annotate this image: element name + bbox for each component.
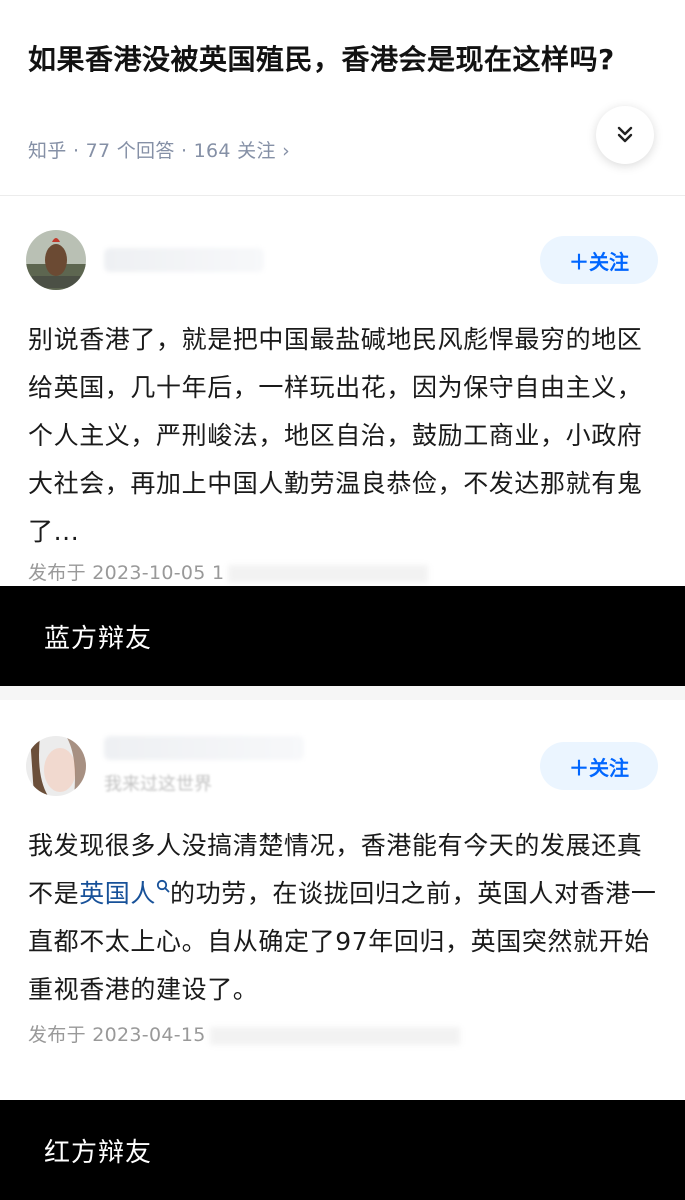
caption-red-text: 红方辩友 — [44, 1137, 153, 1168]
avatar[interactable] — [26, 736, 86, 796]
keyword-link[interactable]: 英国人 — [79, 879, 156, 908]
answer-text[interactable]: 我发现很多人没搞清楚情况，香港能有今天的发展还真不是英国人 的功劳，在谈拢回归之前… — [28, 822, 658, 1014]
double-chevron-down-icon — [617, 126, 633, 143]
published-label: 发布于 2023-10-05 1 — [28, 562, 225, 584]
author-name[interactable] — [104, 248, 264, 272]
author-name[interactable] — [104, 736, 304, 760]
question-header: 如果香港没被英国殖民，香港会是现在这样吗? 知乎 · 77 个回答 · 164 … — [0, 0, 685, 196]
answer-published: 发布于 2023-10-05 1 — [28, 558, 429, 585]
answer-card: ＋关注 别说香港了，就是把中国最盐碱地民风彪悍最穷的地区给英国，几十年后，一样玩… — [0, 196, 685, 596]
published-label: 发布于 2023-04-15 — [28, 1024, 206, 1046]
question-meta[interactable]: 知乎 · 77 个回答 · 164 关注 › — [28, 136, 290, 163]
blurred-meta — [209, 1026, 460, 1045]
search-icon[interactable] — [156, 879, 170, 893]
caption-red: 红方辩友 — [0, 1100, 685, 1200]
follow-button[interactable]: ＋关注 — [540, 236, 658, 284]
divider — [0, 686, 685, 700]
question-title[interactable]: 如果香港没被英国殖民，香港会是现在这样吗? — [28, 38, 648, 82]
answer-card: 我来过这世界 ＋关注 我发现很多人没搞清楚情况，香港能有今天的发展还真不是英国人… — [0, 700, 685, 1100]
answer-text[interactable]: 别说香港了，就是把中国最盐碱地民风彪悍最穷的地区给英国，几十年后，一样玩出花，因… — [28, 316, 658, 556]
blurred-meta — [228, 564, 429, 583]
caption-blue: 蓝方辩友 — [0, 586, 685, 686]
author-tagline: 我来过这世界 — [104, 774, 212, 795]
answer-published: 发布于 2023-04-15 — [28, 1020, 460, 1047]
avatar[interactable] — [26, 230, 86, 290]
caption-blue-text: 蓝方辩友 — [44, 623, 153, 654]
collapse-button[interactable] — [596, 106, 654, 164]
follow-button[interactable]: ＋关注 — [540, 742, 658, 790]
